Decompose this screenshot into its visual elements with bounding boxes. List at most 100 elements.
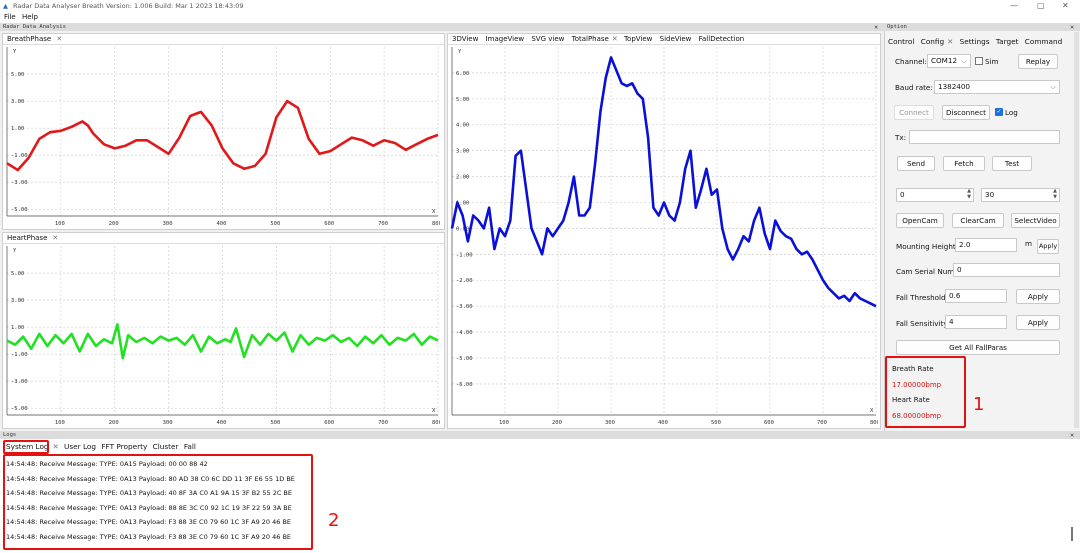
close-icon[interactable]: ✕ <box>1062 0 1069 12</box>
y-tick-label: 6.00 <box>456 71 469 77</box>
x-tick-label: 200 <box>552 420 562 426</box>
baud-select[interactable]: 1382400 ⌵ <box>934 80 1060 94</box>
tab-settings[interactable]: Settings <box>960 37 990 46</box>
channel-select[interactable]: COM12 ⌵ <box>927 54 971 68</box>
x-tick-label: 500 <box>270 420 280 426</box>
minimize-icon[interactable]: — <box>1010 0 1018 12</box>
opencam-button[interactable]: OpenCam <box>896 213 944 228</box>
fetch-button[interactable]: Fetch <box>943 156 985 171</box>
breath-tab-close-icon[interactable]: ✕ <box>56 35 62 43</box>
y-tick-label: 1.00 <box>11 325 24 331</box>
tab-target[interactable]: Target <box>996 37 1019 46</box>
y-tick-label: 0.00 <box>456 226 469 232</box>
y-tick-label: 4.00 <box>456 123 469 129</box>
cam-serial-input[interactable]: 0 <box>953 263 1060 277</box>
y-tick-label: 3.00 <box>456 149 469 155</box>
spin-arrows-icon[interactable]: ▲ ▼ <box>1053 188 1057 200</box>
view-tabbar: 3DView ImageView SVG view TotalPhase ✕ To… <box>448 34 880 45</box>
tab-topview[interactable]: TopView <box>624 35 652 43</box>
mount-apply-button[interactable]: Apply <box>1037 239 1059 254</box>
menu-bar: File Help <box>0 12 1080 23</box>
radar-dock-title: Radar Data Analysis <box>3 24 66 30</box>
fall-sensitivity-apply-button[interactable]: Apply <box>1016 315 1060 330</box>
tab-heart-phase[interactable]: HeartPhase <box>7 234 47 242</box>
spinbox-2-value: 30 <box>985 190 995 199</box>
maximize-icon[interactable]: ▢ <box>1037 0 1045 12</box>
x-tick-label: 100 <box>55 420 65 426</box>
mount-height-value: 2.0 <box>959 240 971 249</box>
y-tick-label: -3.00 <box>456 304 473 310</box>
fall-threshold-apply-button[interactable]: Apply <box>1016 289 1060 304</box>
selectvideo-button[interactable]: SelectVideo <box>1011 213 1060 228</box>
tx-input[interactable] <box>909 130 1060 144</box>
test-button[interactable]: Test <box>992 156 1032 171</box>
sim-label: Sim <box>985 57 999 66</box>
tab-3dview[interactable]: 3DView <box>452 35 478 43</box>
channel-label: Channel: <box>895 57 927 66</box>
radar-dock-close-icon[interactable]: ✕ <box>874 23 878 31</box>
logs-close-icon[interactable]: ✕ <box>1070 431 1074 439</box>
x-tick-label: 200 <box>109 221 119 227</box>
get-all-fallparas-button[interactable]: Get All FallParas <box>896 340 1060 355</box>
spinbox-1[interactable]: 0 ▲ ▼ <box>896 188 974 202</box>
option-scrollbar[interactable] <box>1074 32 1079 428</box>
replay-button[interactable]: Replay <box>1018 54 1058 69</box>
spinbox-1-value: 0 <box>900 190 905 199</box>
config-tab-close-icon[interactable]: ✕ <box>947 37 953 46</box>
tab-fall[interactable]: Fall <box>184 442 196 451</box>
disconnect-button[interactable]: Disconnect <box>942 105 990 120</box>
menu-file[interactable]: File <box>4 12 16 23</box>
send-button[interactable]: Send <box>897 156 935 171</box>
system-log-close-icon[interactable]: ✕ <box>53 442 59 451</box>
annotation-1: 1 <box>973 394 985 415</box>
y-tick-label: -3.00 <box>11 180 28 186</box>
fall-sensitivity-input[interactable]: 4 <box>945 315 1007 329</box>
x-tick-label: 300 <box>163 420 173 426</box>
tab-imageview[interactable]: ImageView <box>486 35 525 43</box>
app-icon: ▲ <box>3 2 8 10</box>
tab-user-log[interactable]: User Log <box>64 442 96 451</box>
fall-sensitivity-label: Fall Sensitivity <box>896 319 948 328</box>
breath-phase-chart: 5.00 3.00 1.00 -1.00 -3.00 -5.00 100 200 300 400 5… <box>5 45 440 228</box>
chevron-down-icon: ⌵ <box>961 56 967 65</box>
sim-checkbox[interactable] <box>975 57 983 65</box>
baud-value: 1382400 <box>938 82 971 91</box>
x-tick-label: 400 <box>217 420 227 426</box>
tab-cluster[interactable]: Cluster <box>153 442 179 451</box>
clearcam-button[interactable]: ClearCam <box>952 213 1004 228</box>
y-tick-label: 2.00 <box>456 175 469 181</box>
mount-height-input[interactable]: 2.0 <box>955 238 1017 252</box>
totalphase-close-icon[interactable]: ✕ <box>612 35 618 43</box>
x-tick-label: 700 <box>817 420 827 426</box>
tab-falldetection[interactable]: FallDetection <box>699 35 745 43</box>
y-tick-label: -6.00 <box>456 382 473 388</box>
x-tick-label: 700 <box>378 221 388 227</box>
spinbox-2[interactable]: 30 ▲ ▼ <box>981 188 1060 202</box>
tab-config[interactable]: Config <box>921 37 944 46</box>
radar-dock-header: Radar Data Analysis ✕ <box>0 23 884 31</box>
x-tick-label: 300 <box>605 420 615 426</box>
tab-control[interactable]: Control <box>888 37 914 46</box>
tab-sideview[interactable]: SideView <box>660 35 692 43</box>
log-scrollbar[interactable] <box>1071 527 1073 541</box>
tab-breath-phase[interactable]: BreathPhase <box>7 35 51 43</box>
tab-svg-view[interactable]: SVG view <box>531 35 564 43</box>
tab-fft-property[interactable]: FFT Property <box>101 442 147 451</box>
heart-phase-tabbar: HeartPhase ✕ <box>3 233 444 244</box>
x-tick-label: 400 <box>658 420 668 426</box>
connect-button[interactable]: Connect <box>894 105 934 120</box>
x-tick-label: 400 <box>217 221 227 227</box>
fall-threshold-input[interactable]: 0.6 <box>945 289 1007 303</box>
log-highlight-box <box>3 454 313 550</box>
annotation-2: 2 <box>328 510 340 531</box>
tab-totalphase[interactable]: TotalPhase <box>572 35 609 43</box>
y-tick-label: -4.00 <box>456 330 473 336</box>
tab-command[interactable]: Command <box>1025 37 1063 46</box>
menu-help[interactable]: Help <box>22 12 38 23</box>
y-tick-label: -2.00 <box>456 278 473 284</box>
log-checkbox[interactable]: ✓ <box>995 108 1003 116</box>
heart-phase-chart: 5.00 3.00 1.00 -1.00 -3.00 -5.00 100 200 300 400 5… <box>5 244 440 427</box>
heart-tab-close-icon[interactable]: ✕ <box>52 234 58 242</box>
spin-arrows-icon[interactable]: ▲ ▼ <box>967 188 971 200</box>
option-dock-close-icon[interactable]: ✕ <box>1070 23 1074 31</box>
